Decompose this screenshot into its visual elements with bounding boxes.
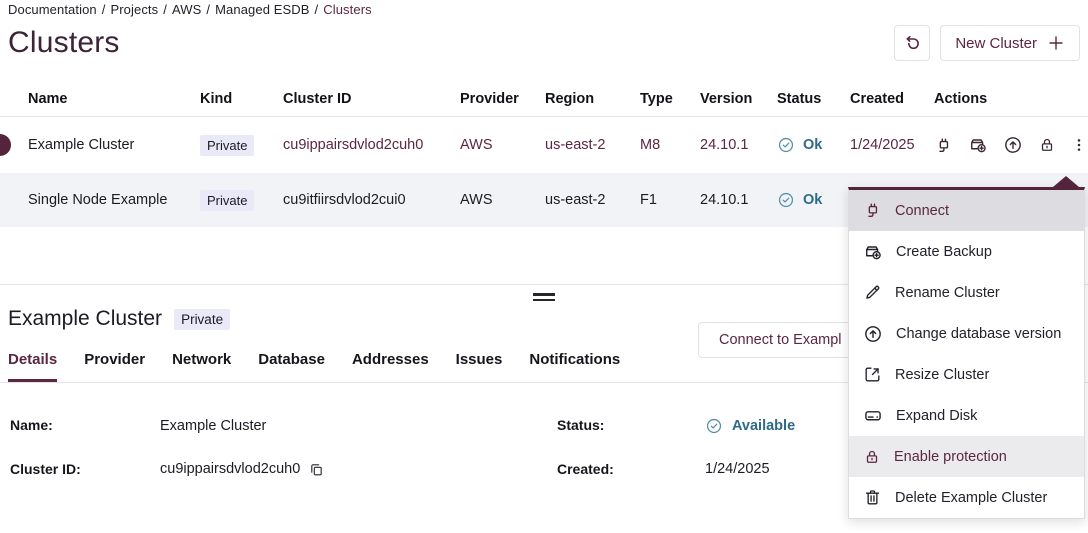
status-text: Ok — [803, 192, 822, 208]
cell-status: Ok — [777, 191, 850, 209]
new-cluster-button[interactable]: New Cluster — [940, 25, 1080, 61]
menu-item-change-database-version[interactable]: Change database version — [849, 313, 1084, 354]
disk-icon — [863, 406, 883, 426]
breadcrumb-separator: / — [102, 2, 106, 17]
cell-name: Single Node Example — [0, 192, 200, 208]
column-header-cluster-id: Cluster ID — [283, 91, 460, 107]
lock-icon — [863, 448, 881, 466]
cell-version: 24.10.1 — [700, 137, 777, 153]
name-label: Name: — [10, 417, 160, 435]
menu-item-resize-cluster[interactable]: Resize Cluster — [849, 354, 1084, 395]
kind-badge: Private — [200, 135, 254, 156]
breadcrumb-separator: / — [315, 2, 319, 17]
name-value: Example Cluster — [160, 417, 557, 435]
breadcrumb-projects[interactable]: Projects — [110, 2, 158, 17]
cell-region: us-east-2 — [545, 192, 640, 208]
connect-plug-icon[interactable] — [934, 136, 953, 155]
column-header-region: Region — [545, 91, 640, 107]
status-text: Ok — [803, 137, 822, 153]
tab-provider[interactable]: Provider — [84, 345, 145, 382]
breadcrumb-clusters-current: Clusters — [323, 2, 371, 17]
check-circle-icon — [705, 417, 723, 435]
new-cluster-label: New Cluster — [955, 35, 1037, 52]
status-label: Status: — [557, 417, 705, 435]
column-header-actions: Actions — [934, 91, 1088, 107]
breadcrumb-aws[interactable]: AWS — [172, 2, 201, 17]
page-header: Clusters New Cluster — [0, 17, 1088, 61]
check-circle-icon — [777, 136, 795, 154]
created-label: Created: — [557, 461, 705, 477]
cell-name: Example Cluster — [0, 137, 200, 153]
breadcrumb-separator: / — [206, 2, 210, 17]
column-header-version: Version — [700, 91, 777, 107]
page-title: Clusters — [8, 25, 120, 61]
cluster-id-label: Cluster ID: — [10, 461, 160, 477]
private-badge: Private — [174, 309, 230, 330]
pencil-icon — [863, 283, 882, 302]
table-header-row: Name Kind Cluster ID Provider Region Typ… — [0, 81, 1088, 117]
tab-issues[interactable]: Issues — [456, 345, 503, 382]
breadcrumb-managed-esdb[interactable]: Managed ESDB — [215, 2, 309, 17]
row-actions-context-menu: Connect Create Backup Rename Cluster — [848, 187, 1085, 519]
cell-version: 24.10.1 — [700, 192, 777, 208]
trash-icon — [863, 488, 882, 507]
context-menu-caret — [1053, 176, 1079, 187]
refresh-button[interactable] — [894, 25, 930, 61]
breadcrumb: Documentation / Projects / AWS / Managed ESDB /… — [0, 0, 1088, 17]
cell-type: F1 — [640, 192, 700, 208]
cell-provider: AWS — [460, 192, 545, 208]
plus-icon — [1047, 34, 1065, 52]
clusters-page: Documentation / Projects / AWS / Managed ESDB /… — [0, 0, 1088, 533]
cell-provider: AWS — [460, 137, 545, 153]
status-available-text: Available — [732, 418, 795, 434]
tab-notifications[interactable]: Notifications — [529, 345, 620, 382]
lock-icon[interactable] — [1038, 136, 1056, 154]
menu-item-connect[interactable]: Connect — [849, 190, 1084, 231]
tab-database[interactable]: Database — [258, 345, 325, 382]
connect-plug-icon — [863, 201, 882, 220]
menu-item-expand-disk[interactable]: Expand Disk — [849, 395, 1084, 436]
column-header-name: Name — [0, 91, 200, 107]
change-version-icon[interactable] — [1003, 135, 1023, 155]
cluster-id-value: cu9ippairsdvlod2cuh0 — [160, 461, 557, 477]
column-header-provider: Provider — [460, 91, 545, 107]
column-header-kind: Kind — [200, 91, 283, 107]
resize-icon — [863, 365, 882, 384]
copy-icon[interactable] — [309, 462, 324, 477]
panel-resize-handle[interactable] — [533, 293, 555, 304]
cell-kind: Private — [200, 135, 283, 156]
change-version-icon — [863, 324, 883, 344]
tab-addresses[interactable]: Addresses — [352, 345, 429, 382]
column-header-created: Created — [850, 91, 934, 107]
cell-cluster-id: cu9ippairsdvlod2cuh0 — [283, 137, 460, 153]
menu-item-rename-cluster[interactable]: Rename Cluster — [849, 272, 1084, 313]
breadcrumb-documentation[interactable]: Documentation — [8, 2, 97, 17]
create-backup-icon — [863, 242, 883, 262]
kind-badge: Private — [200, 190, 254, 211]
cell-actions — [934, 135, 1088, 155]
cell-region: us-east-2 — [545, 137, 640, 153]
column-header-type: Type — [640, 91, 700, 107]
cell-created: 1/24/2025 — [850, 137, 934, 153]
column-header-status: Status — [777, 91, 850, 107]
selected-row-marker — [0, 134, 11, 156]
menu-item-delete-example-cluster[interactable]: Delete Example Cluster — [849, 477, 1084, 518]
tab-network[interactable]: Network — [172, 345, 231, 382]
cell-type: M8 — [640, 137, 700, 153]
kebab-menu-icon[interactable] — [1071, 136, 1087, 154]
detail-title: Example Cluster — [8, 307, 162, 331]
table-row-example-cluster[interactable]: Example Cluster Private cu9ippairsdvlod2… — [0, 117, 1088, 173]
menu-item-enable-protection[interactable]: Enable protection — [849, 436, 1084, 477]
breadcrumb-separator: / — [163, 2, 167, 17]
tab-details[interactable]: Details — [8, 345, 57, 382]
check-circle-icon — [777, 191, 795, 209]
create-backup-icon[interactable] — [968, 135, 988, 155]
cell-status: Ok — [777, 136, 850, 154]
menu-item-create-backup[interactable]: Create Backup — [849, 231, 1084, 272]
header-actions: New Cluster — [894, 25, 1080, 61]
refresh-icon — [902, 33, 922, 53]
cell-kind: Private — [200, 190, 283, 211]
cell-cluster-id: cu9itfiirsdvlod2cui0 — [283, 192, 460, 208]
